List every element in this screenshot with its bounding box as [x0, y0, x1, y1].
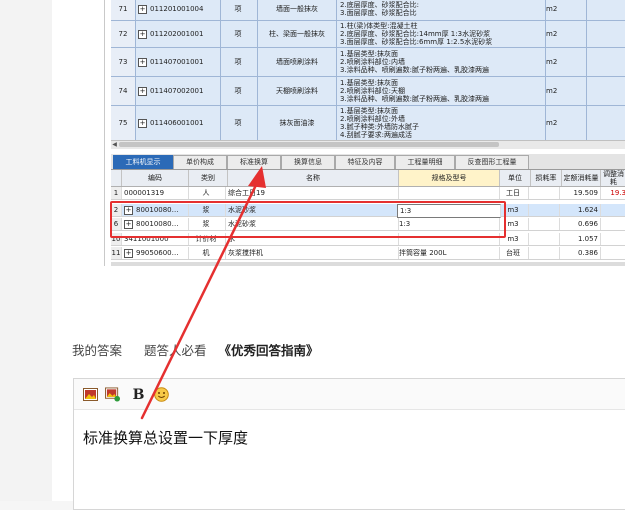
header-loss-rate: 损耗率	[531, 170, 562, 186]
row-description: 1.基层类型:抹灰面 2.喷刷涂料部位:外墙 3.腻子种类:外墙防水腻子 4.刮…	[337, 106, 546, 140]
grid-header: 编码 类别 名称 规格及型号 单位 损耗率 定额消耗量 调整消耗	[111, 170, 625, 187]
row-number: 75	[111, 106, 136, 140]
header-category: 类别	[189, 170, 228, 186]
row-number: 72	[111, 21, 136, 47]
row-code: +011407002001	[136, 77, 221, 105]
row-unit: m2	[543, 21, 587, 47]
row-code: +011406001001	[136, 106, 221, 140]
row-description: 2.底层厚度、砂浆配合比: 3.面层厚度、砂浆配合比	[337, 0, 546, 20]
quota-row[interactable]: 74 +011407002001 项 天棚喷刷涂料 1.基层类型:抹灰面 2.喷…	[111, 77, 625, 106]
header-unit: 单位	[500, 170, 531, 186]
row-code: +011202001001	[136, 21, 221, 47]
row-extra	[584, 48, 625, 76]
header-code: 编码	[122, 170, 189, 186]
row-code: +99050600…	[122, 247, 189, 259]
expand-icon[interactable]: +	[138, 29, 147, 39]
row-name: 天棚喷刷涂料	[258, 77, 337, 105]
tab-my-answer[interactable]: 我的答案	[72, 343, 122, 358]
bold-button[interactable]: B	[131, 387, 146, 403]
row-description: 1.柱(梁)体类型:混凝土柱 2.底层厚度、砂浆配合比:14mm厚 1:3水泥砂…	[337, 21, 546, 47]
horizontal-scrollbar[interactable]: ◀	[111, 140, 625, 149]
answer-tabs: 我的答案 题答人必看 《优秀回答指南》	[72, 340, 337, 360]
answer-guide-link[interactable]: 《优秀回答指南》	[219, 343, 319, 358]
row-code: +011407001001	[136, 48, 221, 76]
row-name: 抹灰面油漆	[258, 106, 337, 140]
highlight-box	[110, 201, 506, 238]
quota-row[interactable]: 71 +011201001004 项 墙面一般抹灰 2.底层厚度、砂浆配合比: …	[111, 0, 625, 21]
quota-row[interactable]: 72 +011202001001 项 柱、梁面一般抹灰 1.柱(梁)体类型:混凝…	[111, 21, 625, 48]
quota-row[interactable]: 73 +011407001001 项 墙面喷刷涂料 1.基层类型:抹灰面 2.喷…	[111, 48, 625, 77]
row-number: 73	[111, 48, 136, 76]
tab-reverse-lookup[interactable]: 反查图形工程量	[455, 155, 529, 169]
quota-list-table: 71 +011201001004 项 墙面一般抹灰 2.底层厚度、砂浆配合比: …	[111, 0, 625, 141]
row-description: 1.基层类型:抹灰面 2.喷刷涂料部位:天棚 3.涂料品种、喷刷遍数:腻子粉两遍…	[337, 77, 546, 105]
header-spec: 规格及型号	[399, 170, 500, 186]
expand-icon[interactable]: +	[138, 86, 147, 96]
row-code: +011201001004	[136, 0, 221, 20]
row-unit: m2	[543, 0, 587, 20]
grid-bottom-bar	[111, 262, 625, 266]
row-extra	[584, 106, 625, 140]
row-unit: m2	[543, 106, 587, 140]
insert-image-icon[interactable]	[83, 387, 98, 402]
row-number: 74	[111, 77, 136, 105]
header-quota-qty: 定额消耗量	[562, 170, 601, 186]
page: 71 +011201001004 项 墙面一般抹灰 2.底层厚度、砂浆配合比: …	[0, 0, 625, 510]
row-name: 墙面一般抹灰	[258, 0, 337, 20]
emoji-icon[interactable]	[154, 387, 169, 402]
expand-icon[interactable]: +	[138, 57, 147, 67]
row-extra	[584, 77, 625, 105]
expand-icon[interactable]: +	[124, 249, 133, 258]
table-row[interactable]: 11 +99050600… 机 灰浆搅拌机 拌筒容量 200L 台班 0.386	[111, 247, 625, 260]
editor-content[interactable]: 标准换算总设置一下厚度	[83, 427, 248, 448]
tab-material-display[interactable]: 工料机显示	[113, 155, 173, 169]
row-extra	[584, 0, 625, 20]
row-type: 项	[219, 106, 258, 140]
tab-features[interactable]: 特征及内容	[335, 155, 395, 169]
row-extra	[584, 21, 625, 47]
detail-tabs: 工料机显示 单价构成 标准换算 换算信息 特征及内容 工程量明细 反查图形工程量	[111, 154, 625, 170]
left-gutter	[0, 0, 52, 501]
scroll-thumb[interactable]	[119, 142, 499, 147]
tab-standard-conversion[interactable]: 标准换算	[227, 155, 281, 169]
editor-toolbar: B	[74, 379, 625, 410]
row-number: 71	[111, 0, 136, 20]
answer-editor[interactable]: B 标准换算总设置一下厚度	[73, 378, 625, 510]
expand-icon[interactable]: +	[138, 4, 147, 14]
row-type: 项	[219, 77, 258, 105]
tab-conversion-info[interactable]: 换算信息	[281, 155, 335, 169]
row-unit: m2	[543, 48, 587, 76]
insert-picture-icon[interactable]	[105, 387, 120, 402]
row-name: 柱、梁面一般抹灰	[258, 21, 337, 47]
table-row[interactable]: 1 000001319 人 综合工日19 工日 19.509 19.3	[111, 187, 625, 200]
quota-row[interactable]: 75 +011406001001 项 抹灰面油漆 1.基层类型:抹灰面 2.喷刷…	[111, 106, 625, 141]
row-description: 1.基层类型:抹灰面 2.喷刷涂料部位:内墙 3.涂料品种、喷刷遍数:腻子粉两遍…	[337, 48, 546, 76]
row-type: 项	[219, 21, 258, 47]
tab-unit-price[interactable]: 单价构成	[173, 155, 227, 169]
row-type: 项	[219, 48, 258, 76]
tab-quantity-detail[interactable]: 工程量明细	[395, 155, 455, 169]
header-name: 名称	[228, 170, 399, 186]
must-read-label: 题答人必看	[144, 343, 207, 358]
header-adjusted: 调整消耗	[601, 170, 625, 186]
row-unit: m2	[543, 77, 587, 105]
row-name: 墙面喷刷涂料	[258, 48, 337, 76]
scroll-left-icon[interactable]: ◀	[111, 141, 118, 149]
row-type: 项	[219, 0, 258, 20]
header-no	[111, 170, 122, 186]
expand-icon[interactable]: +	[138, 118, 147, 128]
